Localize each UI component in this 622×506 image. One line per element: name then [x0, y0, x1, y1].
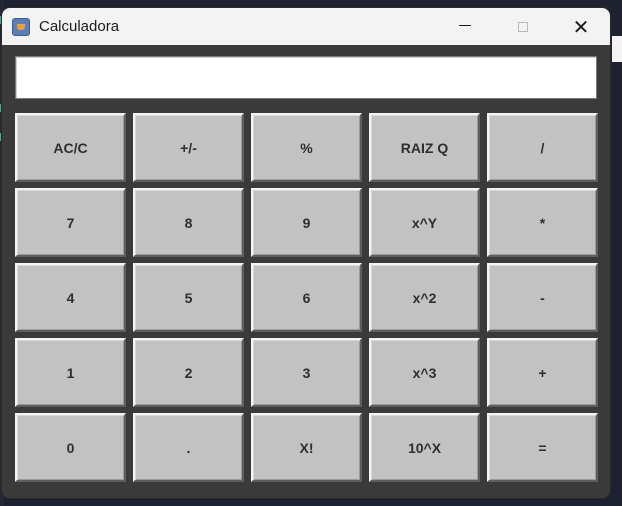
key-4[interactable]: 4	[15, 263, 126, 332]
calculator-panel: AC/C +/- % RAIZ Q / 7 8 9 x^Y * 4 5 6 x^…	[2, 45, 610, 498]
maximize-button[interactable]	[494, 8, 552, 45]
close-icon: ✕	[572, 14, 590, 39]
key-1[interactable]: 1	[15, 338, 126, 407]
key-divide[interactable]: /	[487, 113, 598, 182]
key-add[interactable]: +	[487, 338, 598, 407]
maximize-icon	[518, 21, 528, 32]
minimize-button[interactable]	[436, 8, 494, 45]
keypad: AC/C +/- % RAIZ Q / 7 8 9 x^Y * 4 5 6 x^…	[15, 113, 598, 485]
key-clear[interactable]: AC/C	[15, 113, 126, 182]
key-6[interactable]: 6	[251, 263, 362, 332]
key-0[interactable]: 0	[15, 413, 126, 482]
key-cube[interactable]: x^3	[369, 338, 480, 407]
key-ten-power[interactable]: 10^X	[369, 413, 480, 482]
key-8[interactable]: 8	[133, 188, 244, 257]
key-percent[interactable]: %	[251, 113, 362, 182]
desktop-background: Calculadora ✕ AC/C +/- % RAIZ Q / 7 8 9	[0, 0, 622, 506]
key-2[interactable]: 2	[133, 338, 244, 407]
background-window-edge-right	[612, 36, 622, 62]
key-3[interactable]: 3	[251, 338, 362, 407]
key-5[interactable]: 5	[133, 263, 244, 332]
key-equals[interactable]: =	[487, 413, 598, 482]
key-square-root[interactable]: RAIZ Q	[369, 113, 480, 182]
display-field[interactable]	[15, 56, 597, 99]
key-square[interactable]: x^2	[369, 263, 480, 332]
key-subtract[interactable]: -	[487, 263, 598, 332]
java-coffee-cup-icon	[12, 17, 30, 36]
minimize-icon	[459, 25, 471, 26]
key-sign-toggle[interactable]: +/-	[133, 113, 244, 182]
calculator-window: Calculadora ✕ AC/C +/- % RAIZ Q / 7 8 9	[2, 8, 610, 498]
key-factorial[interactable]: X!	[251, 413, 362, 482]
key-9[interactable]: 9	[251, 188, 362, 257]
key-decimal-point[interactable]: .	[133, 413, 244, 482]
key-multiply[interactable]: *	[487, 188, 598, 257]
close-button[interactable]: ✕	[552, 8, 610, 45]
title-bar[interactable]: Calculadora ✕	[2, 8, 610, 45]
key-power[interactable]: x^Y	[369, 188, 480, 257]
window-title: Calculadora	[39, 18, 120, 35]
key-7[interactable]: 7	[15, 188, 126, 257]
